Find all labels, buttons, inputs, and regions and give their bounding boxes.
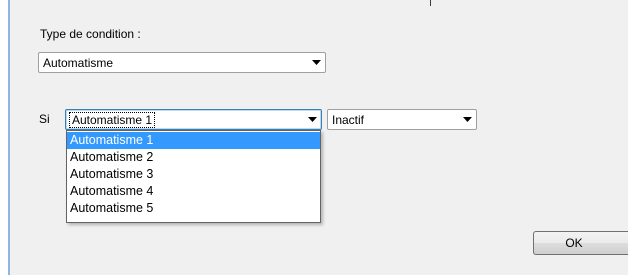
dropdown-option[interactable]: Automatisme 1	[67, 132, 320, 149]
automation-select[interactable]: Automatisme 1	[65, 109, 322, 130]
condition-type-select[interactable]: Automatisme	[38, 52, 326, 73]
chevron-down-icon[interactable]	[307, 53, 325, 72]
ok-button[interactable]: OK	[533, 231, 628, 255]
dropdown-option[interactable]: Automatisme 3	[67, 166, 320, 183]
automation-dropdown-list: Automatisme 1 Automatisme 2 Automatisme …	[66, 130, 321, 223]
si-label: Si	[39, 112, 50, 126]
automation-value: Automatisme 1	[69, 111, 156, 128]
dropdown-option[interactable]: Automatisme 4	[67, 183, 320, 200]
window-left-frame	[0, 0, 10, 275]
chevron-down-icon[interactable]	[458, 110, 476, 129]
ok-button-label: OK	[565, 236, 583, 250]
condition-type-value: Automatisme	[43, 55, 114, 70]
state-value: Inactif	[332, 112, 365, 127]
dropdown-option[interactable]: Automatisme 5	[67, 200, 320, 217]
window-top-divider	[430, 0, 431, 6]
chevron-down-icon[interactable]	[303, 110, 321, 129]
state-select[interactable]: Inactif	[327, 109, 477, 130]
condition-type-label: Type de condition :	[40, 27, 141, 41]
dropdown-option[interactable]: Automatisme 2	[67, 149, 320, 166]
